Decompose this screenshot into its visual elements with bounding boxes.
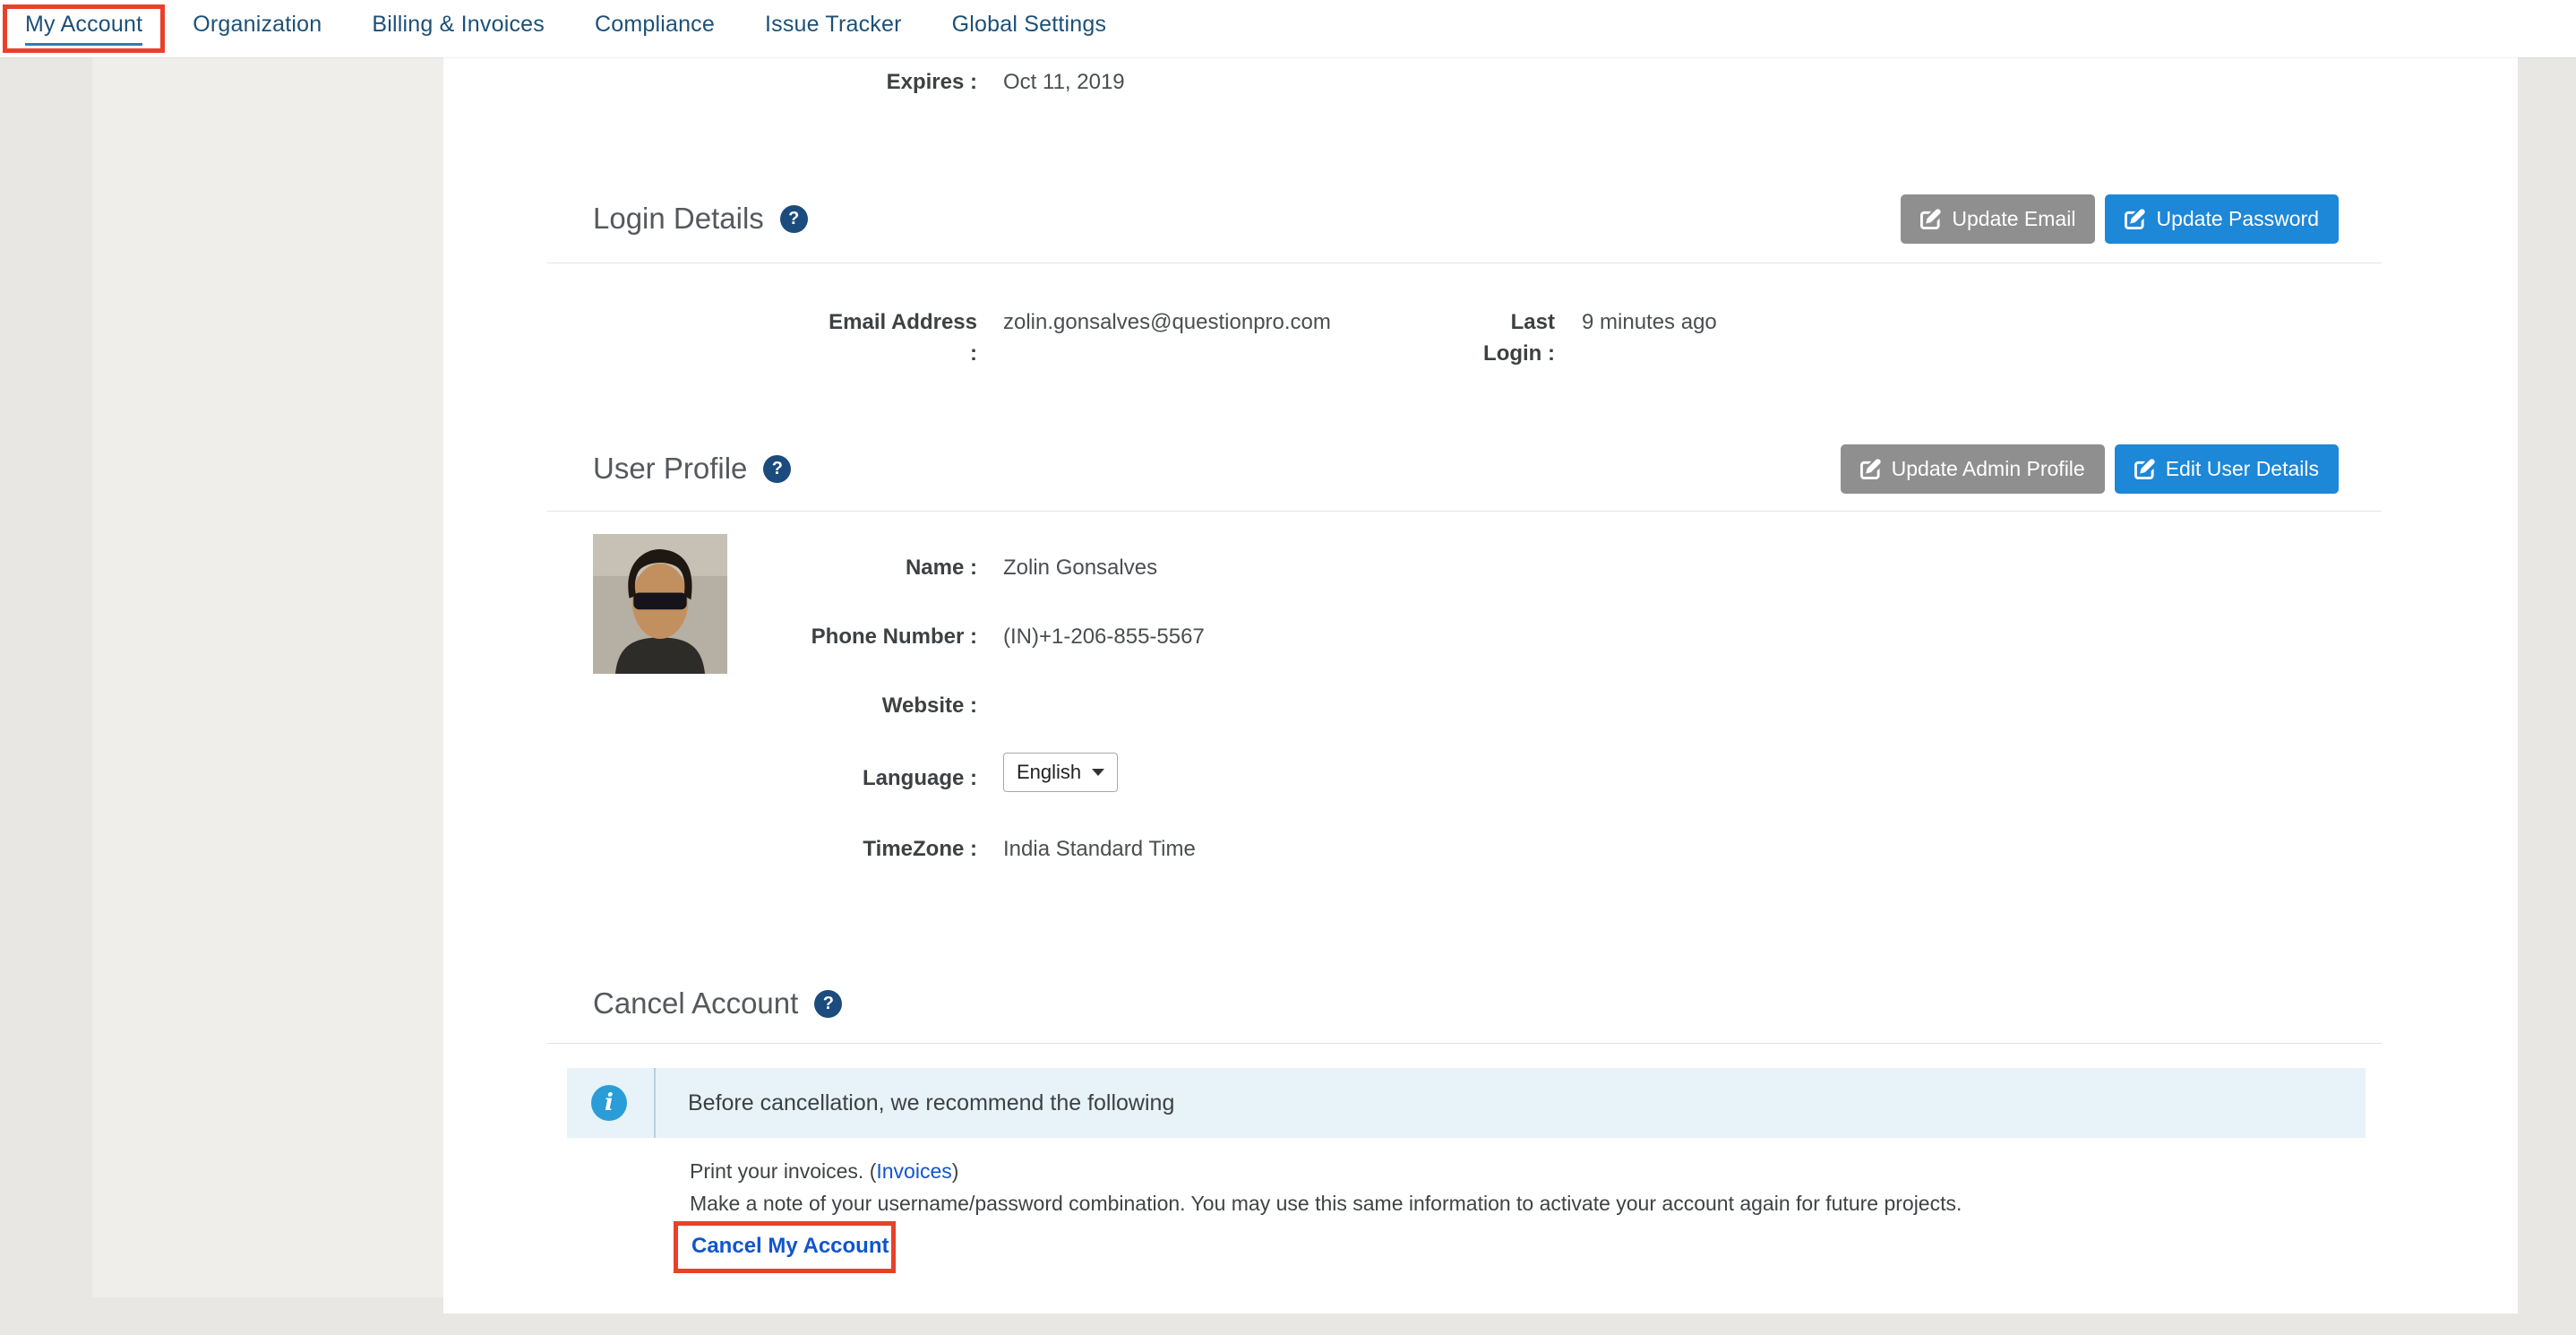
button-label: Update Email xyxy=(1952,207,2075,231)
language-selected-value: English xyxy=(1017,761,1081,784)
info-box-divider xyxy=(654,1068,656,1138)
website-label: Website : xyxy=(789,690,977,721)
nav-tab-label: My Account xyxy=(25,12,142,46)
language-select[interactable]: English xyxy=(1003,753,1118,792)
phone-value: (IN)+1-206-855-5567 xyxy=(1003,621,1205,652)
update-email-button[interactable]: Update Email xyxy=(1901,194,2095,244)
profile-photo xyxy=(593,534,727,674)
user-profile-title: User Profile xyxy=(593,452,747,486)
button-label: Update Password xyxy=(2156,207,2319,231)
nav-tab-billing-invoices[interactable]: Billing & Invoices xyxy=(347,0,570,57)
timezone-label: TimeZone : xyxy=(789,833,977,865)
help-icon[interactable]: ? xyxy=(780,205,808,233)
expires-label: Expires : xyxy=(619,66,977,98)
cancel-account-header: Cancel Account ? xyxy=(547,975,2382,1032)
nav-tab-label: Issue Tracker xyxy=(765,12,902,46)
timezone-value: India Standard Time xyxy=(1003,833,1196,865)
email-address-value: zolin.gonsalves@questionpro.com xyxy=(1003,306,1331,338)
name-label: Name : xyxy=(789,552,977,583)
invoices-note-suffix: ) xyxy=(952,1159,959,1183)
username-note-line: Make a note of your username/password co… xyxy=(690,1188,1962,1219)
last-login-label: Last Login : xyxy=(1455,306,1555,369)
cancel-account-title: Cancel Account xyxy=(593,986,798,1021)
invoices-note-prefix: Print your invoices. ( xyxy=(690,1159,876,1183)
nav-tab-label: Billing & Invoices xyxy=(372,12,545,46)
nav-tab-label: Organization xyxy=(193,12,322,46)
nav-tab-label: Global Settings xyxy=(952,12,1107,46)
caret-down-icon xyxy=(1092,769,1104,776)
top-nav: My Account Organization Billing & Invoic… xyxy=(0,0,2576,57)
expires-value: Oct 11, 2019 xyxy=(1003,66,1125,98)
login-details-header: Login Details ? Update Email Update Pass… xyxy=(547,190,2382,247)
email-address-label: Email Address : xyxy=(829,306,977,369)
edit-icon xyxy=(2134,459,2155,479)
section-divider xyxy=(547,1043,2382,1044)
edit-icon xyxy=(2125,209,2145,229)
invoices-link[interactable]: Invoices xyxy=(876,1159,951,1183)
edit-icon xyxy=(1860,459,1881,479)
name-value: Zolin Gonsalves xyxy=(1003,552,1157,583)
nav-tab-global-settings[interactable]: Global Settings xyxy=(927,0,1132,57)
edit-icon xyxy=(1920,209,1941,229)
nav-tab-compliance[interactable]: Compliance xyxy=(570,0,740,57)
nav-tab-issue-tracker[interactable]: Issue Tracker xyxy=(740,0,927,57)
help-icon[interactable]: ? xyxy=(814,990,842,1018)
user-profile-buttons: Update Admin Profile Edit User Details xyxy=(1841,444,2339,494)
info-icon: i xyxy=(591,1085,627,1121)
login-details-title-wrap: Login Details ? xyxy=(593,202,808,236)
nav-tab-my-account[interactable]: My Account xyxy=(0,0,167,57)
nav-tab-label: Compliance xyxy=(595,12,715,46)
button-label: Update Admin Profile xyxy=(1892,457,2085,481)
last-login-value: 9 minutes ago xyxy=(1582,306,1717,338)
content-card: Expires : Oct 11, 2019 Login Details ? U… xyxy=(443,57,2518,1313)
avatar-illustration xyxy=(593,534,727,674)
language-label: Language : xyxy=(789,762,977,794)
cancel-my-account-link[interactable]: Cancel My Account xyxy=(691,1234,889,1259)
cancellation-info-box: i Before cancellation, we recommend the … xyxy=(567,1068,2366,1138)
edit-user-details-button[interactable]: Edit User Details xyxy=(2115,444,2339,494)
user-profile-title-wrap: User Profile ? xyxy=(593,452,791,486)
screen: My Account Organization Billing & Invoic… xyxy=(0,0,2576,1335)
login-details-title: Login Details xyxy=(593,202,764,236)
invoices-note-line: Print your invoices. (Invoices) xyxy=(690,1156,958,1186)
update-password-button[interactable]: Update Password xyxy=(2105,194,2339,244)
phone-label: Phone Number : xyxy=(789,621,977,652)
user-profile-header: User Profile ? Update Admin Profile Edit… xyxy=(547,440,2382,497)
sidebar-panel xyxy=(92,57,443,1297)
help-icon[interactable]: ? xyxy=(763,455,791,483)
button-label: Edit User Details xyxy=(2166,457,2319,481)
info-box-heading: Before cancellation, we recommend the fo… xyxy=(688,1090,1174,1116)
login-details-buttons: Update Email Update Password xyxy=(1901,194,2339,244)
update-admin-profile-button[interactable]: Update Admin Profile xyxy=(1841,444,2105,494)
nav-tab-organization[interactable]: Organization xyxy=(167,0,347,57)
section-divider xyxy=(547,511,2382,512)
cancel-account-title-wrap: Cancel Account ? xyxy=(593,986,842,1021)
